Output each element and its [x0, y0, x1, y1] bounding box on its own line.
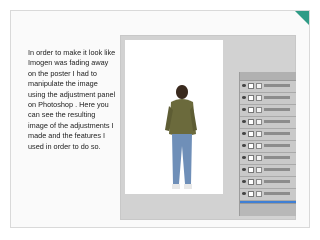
layer-thumb — [248, 143, 254, 149]
layer-mask — [256, 155, 262, 161]
corner-accent — [295, 11, 309, 25]
layer-name — [264, 180, 290, 183]
layer-row[interactable] — [240, 129, 296, 141]
eye-icon[interactable] — [242, 96, 246, 99]
layer-name — [264, 96, 290, 99]
eye-icon[interactable] — [242, 120, 246, 123]
slide: In order to make it look like Imogen was… — [0, 0, 320, 240]
layer-row[interactable] — [240, 165, 296, 177]
layer-thumb — [248, 179, 254, 185]
layer-mask — [256, 143, 262, 149]
layer-name — [264, 108, 290, 111]
eye-icon[interactable] — [242, 144, 246, 147]
walking-figure-photo — [165, 85, 197, 189]
layers-panel-header — [240, 72, 296, 81]
layer-row[interactable] — [240, 81, 296, 93]
eye-icon[interactable] — [242, 192, 246, 195]
layer-name — [264, 156, 290, 159]
eye-icon[interactable] — [242, 156, 246, 159]
layer-name — [264, 120, 290, 123]
layer-row[interactable] — [240, 177, 296, 189]
layer-thumb — [248, 131, 254, 137]
layer-name — [264, 84, 290, 87]
photoshop-screenshot — [120, 35, 296, 220]
layer-thumb — [248, 167, 254, 173]
eye-icon[interactable] — [242, 108, 246, 111]
eye-icon[interactable] — [242, 180, 246, 183]
layers-panel — [239, 72, 296, 216]
layer-mask — [256, 131, 262, 137]
layer-row[interactable] — [240, 117, 296, 129]
layer-row[interactable] — [240, 189, 296, 201]
layers-panel-footer — [240, 203, 296, 216]
layer-mask — [256, 83, 262, 89]
layer-mask — [256, 179, 262, 185]
layer-row[interactable] — [240, 153, 296, 165]
layer-mask — [256, 107, 262, 113]
eye-icon[interactable] — [242, 84, 246, 87]
layer-thumb — [248, 107, 254, 113]
layer-row[interactable] — [240, 105, 296, 117]
photoshop-canvas — [125, 40, 223, 194]
layer-name — [264, 132, 290, 135]
layer-thumb — [248, 191, 254, 197]
layer-name — [264, 144, 290, 147]
layer-thumb — [248, 83, 254, 89]
layer-list — [240, 81, 296, 213]
layer-mask — [256, 95, 262, 101]
layer-thumb — [248, 95, 254, 101]
layer-mask — [256, 191, 262, 197]
layer-thumb — [248, 119, 254, 125]
layer-thumb — [248, 155, 254, 161]
layer-row[interactable] — [240, 93, 296, 105]
layer-name — [264, 168, 290, 171]
eye-icon[interactable] — [242, 168, 246, 171]
layer-mask — [256, 119, 262, 125]
layer-row[interactable] — [240, 141, 296, 153]
eye-icon[interactable] — [242, 132, 246, 135]
slide-body-text: In order to make it look like Imogen was… — [28, 48, 116, 151]
layer-mask — [256, 167, 262, 173]
layer-name — [264, 192, 290, 195]
